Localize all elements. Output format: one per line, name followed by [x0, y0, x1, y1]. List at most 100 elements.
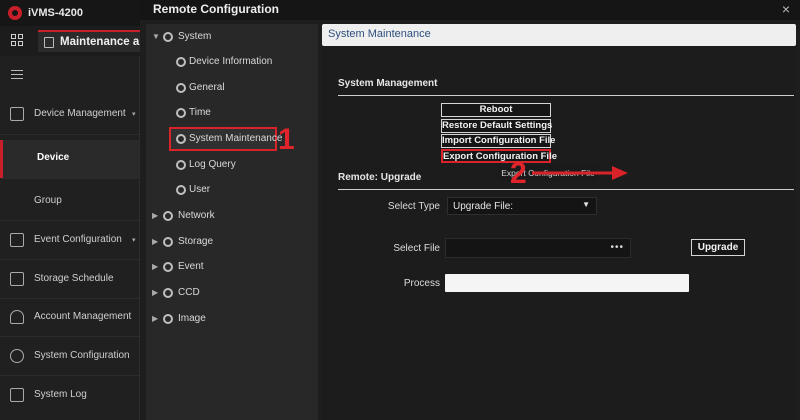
gear-icon	[163, 262, 173, 272]
sidebar-item-account-management[interactable]: Account Management	[0, 299, 139, 337]
tree-node-event[interactable]: ▶ Event	[146, 258, 318, 278]
remote-configuration-window: Remote Configuration × ▼ System Device I…	[140, 0, 800, 420]
red-arrow-icon	[532, 166, 628, 180]
import-config-button[interactable]: Import Configuration File	[441, 134, 555, 148]
sidebar-item-device-management[interactable]: Device Management ▾	[0, 96, 139, 134]
tree-label: Time	[189, 107, 211, 118]
chevron-right-icon[interactable]: ▶	[152, 262, 158, 271]
tree-label: Network	[178, 210, 215, 221]
system-log-icon	[10, 388, 24, 402]
device-management-icon	[10, 107, 24, 121]
sidebar-item-label: System Log	[34, 389, 87, 400]
content-panel: System Maintenance System Management Reb…	[322, 24, 796, 420]
tree-label: Log Query	[189, 159, 236, 170]
file-path-input[interactable]: •••	[445, 238, 631, 258]
app-title-bar: iVMS-4200	[0, 0, 140, 26]
gear-icon	[163, 288, 173, 298]
content-header: System Maintenance	[322, 24, 796, 46]
grid-menu-icon[interactable]	[11, 34, 23, 46]
sidebar-item-storage-schedule[interactable]: Storage Schedule	[0, 261, 139, 299]
tree-label: General	[189, 82, 225, 93]
tree-label: User	[189, 184, 211, 195]
sidebar-item-label: Account Management	[34, 311, 132, 322]
app-logo-icon	[8, 6, 22, 20]
tree-node-ccd[interactable]: ▶ CCD	[146, 284, 318, 304]
tab-maintenance[interactable]: Maintenance a	[38, 30, 140, 52]
section-title-remote-upgrade: Remote: Upgrade	[338, 172, 422, 183]
maintenance-tab-icon	[44, 37, 54, 48]
browse-icon[interactable]: •••	[610, 242, 624, 253]
tree-node-time[interactable]: Time	[146, 104, 318, 124]
tree-label: CCD	[178, 287, 200, 298]
tree-node-device-information[interactable]: Device Information	[146, 53, 318, 73]
upgrade-button[interactable]: Upgrade	[691, 239, 745, 256]
close-icon[interactable]: ×	[782, 1, 790, 17]
window-title-bar: Remote Configuration ×	[140, 0, 800, 20]
tree-label: Storage	[178, 236, 214, 247]
restore-default-button[interactable]: Restore Default Settings	[441, 119, 552, 133]
tree-label: Event	[178, 261, 204, 272]
sidebar-item-group[interactable]: Group	[0, 183, 139, 221]
chevron-down-icon[interactable]: ▼	[152, 32, 160, 41]
select-file-label: Select File	[393, 243, 440, 254]
export-config-button[interactable]: Export Configuration File	[441, 149, 557, 163]
sidebar-item-system-log[interactable]: System Log	[0, 377, 139, 415]
chevron-down-icon: ▾	[132, 237, 136, 244]
tree-node-network[interactable]: ▶ Network	[146, 207, 318, 227]
gear-icon	[176, 185, 186, 195]
sidebar-item-event-configuration[interactable]: Event Configuration ▾	[0, 222, 139, 260]
page-title: System Maintenance	[328, 28, 431, 40]
chevron-right-icon[interactable]: ▶	[152, 237, 158, 246]
user-icon	[10, 310, 24, 324]
upgrade-progress-bar	[445, 274, 689, 292]
event-configuration-icon	[10, 233, 24, 247]
gear-icon	[176, 57, 186, 67]
gear-icon	[163, 32, 173, 42]
chevron-right-icon[interactable]: ▶	[152, 288, 158, 297]
sidebar-item-label: System Configuration	[34, 350, 130, 361]
gear-icon	[163, 314, 173, 324]
tree-node-system[interactable]: ▼ System	[146, 28, 318, 48]
step-marker-1: 1	[278, 123, 295, 156]
divider	[338, 189, 794, 190]
reboot-button[interactable]: Reboot	[441, 103, 551, 117]
gear-icon	[10, 349, 24, 363]
tree-node-log-query[interactable]: Log Query	[146, 156, 318, 176]
tree-node-storage[interactable]: ▶ Storage	[146, 233, 318, 253]
process-label: Process	[403, 278, 440, 289]
window-title: Remote Configuration	[153, 2, 279, 16]
select-type-label: Select Type	[387, 201, 440, 212]
gear-icon	[176, 160, 186, 170]
select-type-value: Upgrade File:	[453, 201, 514, 212]
gear-icon	[176, 134, 186, 144]
tree-node-general[interactable]: General	[146, 79, 318, 99]
sidebar-item-system-configuration[interactable]: System Configuration	[0, 338, 139, 376]
chevron-down-icon: ▼	[582, 200, 590, 209]
sidebar-item-label: Storage Schedule	[34, 273, 114, 284]
hamburger-menu-icon[interactable]	[11, 70, 23, 80]
sidebar-item-label: Device Management	[34, 108, 126, 119]
sidebar-item-label: Device	[37, 152, 70, 163]
tab-strip: Maintenance a	[0, 26, 140, 56]
chevron-right-icon[interactable]: ▶	[152, 314, 158, 323]
gear-icon	[176, 83, 186, 93]
chevron-down-icon: ▾	[132, 111, 136, 118]
divider	[338, 95, 794, 96]
tree-label: Image	[178, 313, 206, 324]
config-tree: ▼ System Device Information General Time…	[146, 24, 318, 420]
gear-icon	[163, 237, 173, 247]
app-sidebar: iVMS-4200 Maintenance a Device Managemen…	[0, 0, 140, 420]
tree-label: Device Information	[189, 56, 273, 67]
sidebar-item-device[interactable]: Device	[0, 140, 139, 178]
tree-node-image[interactable]: ▶ Image	[146, 310, 318, 330]
gear-icon	[176, 108, 186, 118]
storage-schedule-icon	[10, 272, 24, 286]
select-type-dropdown[interactable]: Upgrade File: ▼	[447, 197, 597, 215]
tree-label: System Maintenance	[189, 133, 283, 144]
tree-label: System	[178, 31, 212, 42]
tree-node-user[interactable]: User	[146, 181, 318, 201]
step-marker-2: 2	[510, 157, 527, 190]
app-title: iVMS-4200	[28, 7, 84, 19]
sidebar-item-label: Group	[34, 195, 62, 206]
chevron-right-icon[interactable]: ▶	[152, 211, 158, 220]
